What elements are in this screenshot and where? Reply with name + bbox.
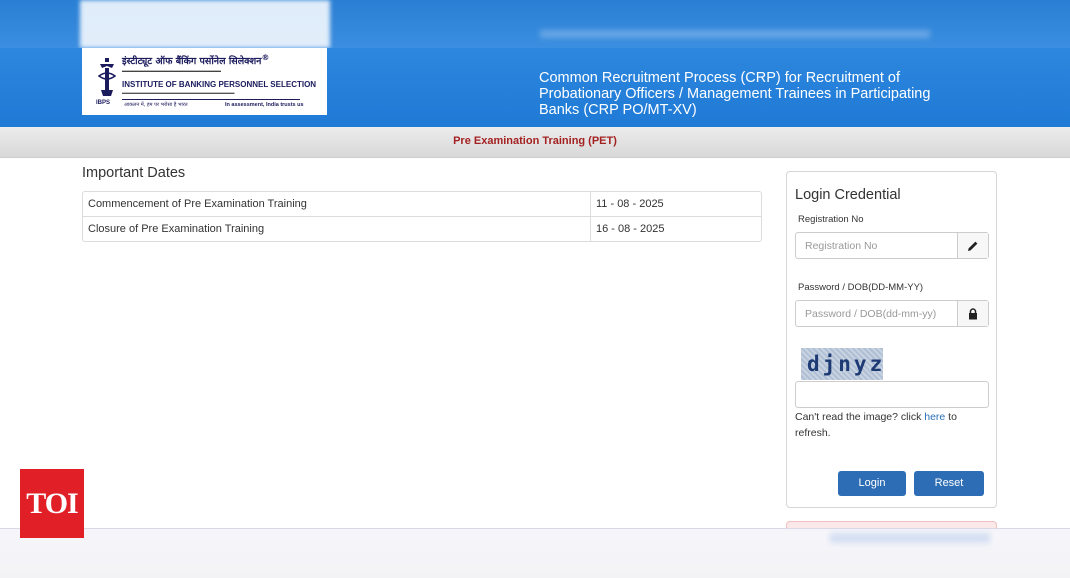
captcha-refresh-link[interactable]: here <box>924 411 945 423</box>
table-row: Closure of Pre Examination Training 16 -… <box>83 217 761 242</box>
logo-hindi-text: इंस्टीट्यूट ऑफ बैंकिंग पर्सोनेल सिलेक्शन <box>122 56 262 68</box>
blurred-footer-element <box>830 533 990 543</box>
registration-input-group <box>795 232 989 259</box>
login-button[interactable]: Login <box>838 471 906 496</box>
logo-english-subline: ▬▬▬▬▬▬▬▬▬▬▬▬▬▬▬▬▬▬▬▬▬▬▬▬▬ <box>122 90 235 95</box>
section-title: Pre Examination Training (PET) <box>453 135 617 147</box>
logo-abbreviation: IBPS <box>96 100 111 106</box>
captcha-input[interactable] <box>795 381 989 408</box>
registered-mark: ® <box>261 53 270 62</box>
date-value: 11 - 08 - 2025 <box>596 198 664 210</box>
logo-tagline-hindi: आकलन में, हम पर भरोसा है भारत <box>124 102 188 108</box>
password-input-group <box>795 300 989 327</box>
password-label: Password / DOB(DD-MM-YY) <box>798 282 924 293</box>
top-banner-strip <box>0 0 1070 48</box>
logo-divider <box>122 99 300 100</box>
logo-hindi-name: इंस्टीट्यूट ऑफ बैंकिंग पर्सोनेल सिलेक्शन… <box>122 53 269 67</box>
section-bar: Pre Examination Training (PET) <box>0 127 1070 158</box>
logo-english-name: INSTITUTE OF BANKING PERSONNEL SELECTION <box>122 80 317 89</box>
bottom-overlay <box>0 528 1070 578</box>
blurred-banner-area <box>80 0 330 48</box>
captcha-help-prefix: Can't read the image? click <box>795 411 925 423</box>
reset-button[interactable]: Reset <box>914 471 984 496</box>
captcha-help-text: Can't read the image? click here to refr… <box>795 409 985 441</box>
logo-hindi-subline: ▬▬▬▬▬▬▬▬▬▬▬▬▬▬▬▬▬▬▬▬▬▬ <box>122 68 221 73</box>
captcha-image: djnyz <box>801 348 883 380</box>
registration-input[interactable] <box>796 233 957 258</box>
logo-tagline-english: In assessment, India trusts us <box>225 102 304 108</box>
important-dates-table: Commencement of Pre Examination Training… <box>82 191 762 242</box>
registration-label: Registration No <box>798 214 864 225</box>
ibps-emblem-icon <box>97 58 117 96</box>
date-label: Closure of Pre Examination Training <box>88 223 265 235</box>
important-dates-heading: Important Dates <box>82 165 186 181</box>
password-input[interactable] <box>796 301 957 326</box>
captcha-text: djnyz <box>807 352 886 376</box>
login-panel: Login Credential Registration No Passwor… <box>786 171 997 508</box>
date-label: Commencement of Pre Examination Training <box>88 198 307 210</box>
page-title: Common Recruitment Process (CRP) for Rec… <box>539 70 931 118</box>
lock-icon <box>957 301 988 326</box>
page-header: इंस्टीट्यूट ऑफ बैंकिंग पर्सोनेल सिलेक्शन… <box>0 48 1070 127</box>
cell-divider <box>590 192 591 217</box>
pencil-icon <box>957 233 988 258</box>
blurred-banner-line <box>540 30 930 38</box>
login-title: Login Credential <box>795 187 901 203</box>
ibps-logo: इंस्टीट्यूट ऑफ बैंकिंग पर्सोनेल सिलेक्शन… <box>82 48 327 115</box>
cell-divider <box>590 217 591 242</box>
toi-watermark-logo: TOI <box>20 469 84 538</box>
date-value: 16 - 08 - 2025 <box>596 223 665 235</box>
table-row: Commencement of Pre Examination Training… <box>83 192 761 217</box>
